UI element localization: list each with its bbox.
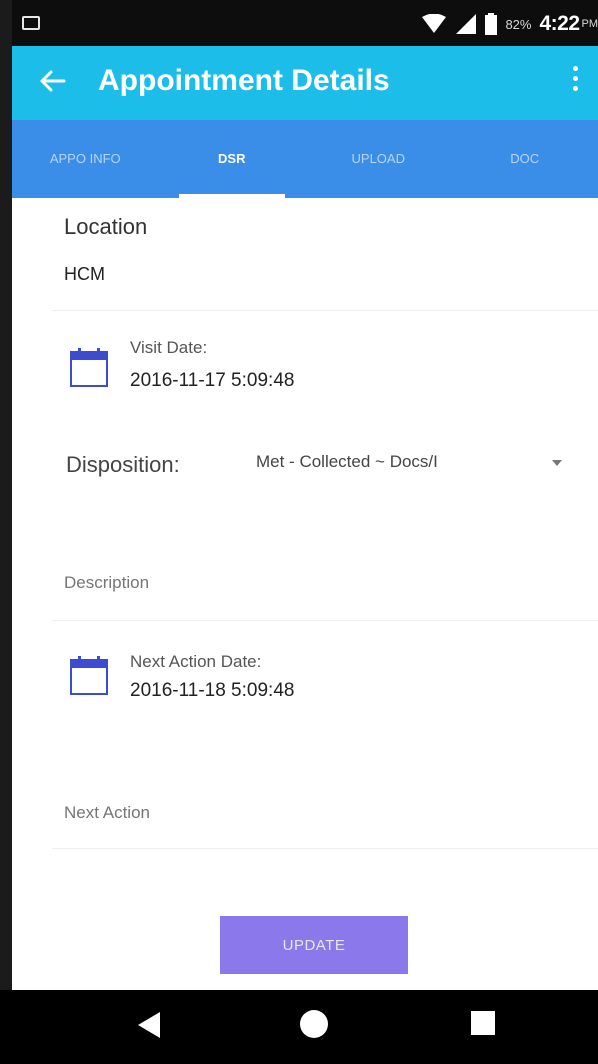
visit-date-value[interactable]: 2016-11-17 5:09:48 [130, 370, 294, 392]
next-action-input[interactable] [64, 798, 584, 828]
app-bar: Appointment Details [12, 46, 598, 120]
chevron-down-icon [552, 460, 562, 466]
triangle-back-icon[interactable] [138, 1012, 160, 1038]
arrow-left-icon[interactable] [38, 66, 68, 96]
tab-bar: APPO INFO DSR UPLOAD DOC [12, 120, 598, 198]
location-value: HCM [64, 264, 105, 284]
location-label: Location [64, 214, 148, 239]
tab-doc[interactable]: DOC [452, 120, 598, 198]
divider [52, 620, 598, 621]
disposition-value: Met - Collected ~ Docs/I [256, 452, 438, 471]
clock-ampm: PM [581, 18, 598, 30]
tab-upload[interactable]: UPLOAD [305, 120, 452, 198]
next-action-date-value[interactable]: 2016-11-18 5:09:48 [130, 680, 294, 702]
next-action-date-label: Next Action Date: [130, 652, 262, 671]
circle-home-icon[interactable] [300, 1010, 328, 1038]
clock-time: 4:22 [539, 12, 580, 35]
calendar-icon[interactable] [70, 656, 108, 696]
screen-bezel [0, 0, 12, 1064]
overflow-menu-icon[interactable] [570, 66, 580, 96]
status-indicators: x 82% 4:22 PM [421, 10, 598, 38]
disposition-dropdown[interactable]: Met - Collected ~ Docs/I [256, 452, 576, 478]
tab-appo-info[interactable]: APPO INFO [12, 120, 159, 198]
square-recents-icon[interactable] [471, 1011, 495, 1035]
battery-percentage: 82% [505, 16, 532, 32]
battery-icon [485, 13, 498, 35]
disposition-label: Disposition: [66, 452, 180, 477]
wifi-icon [422, 14, 447, 33]
svg-text:x: x [461, 16, 466, 26]
image-notification-icon [22, 16, 40, 30]
system-nav-bar [0, 990, 598, 1064]
divider [52, 848, 598, 849]
visit-date-label: Visit Date: [130, 338, 208, 357]
update-button[interactable]: UPDATE [220, 916, 408, 974]
tab-dsr[interactable]: DSR [159, 120, 306, 198]
page-title: Appointment Details [98, 64, 390, 97]
app-screen: x 82% 4:22 PM Appointment Details APPO I… [0, 0, 598, 1064]
signal-icon: x [456, 14, 477, 34]
divider [52, 310, 598, 311]
dsr-form: Location HCM Visit Date: 2016-11-17 5:09… [12, 198, 598, 988]
description-input[interactable] [64, 568, 584, 598]
calendar-icon[interactable] [70, 348, 108, 388]
status-bar: x 82% 4:22 PM [12, 0, 598, 46]
